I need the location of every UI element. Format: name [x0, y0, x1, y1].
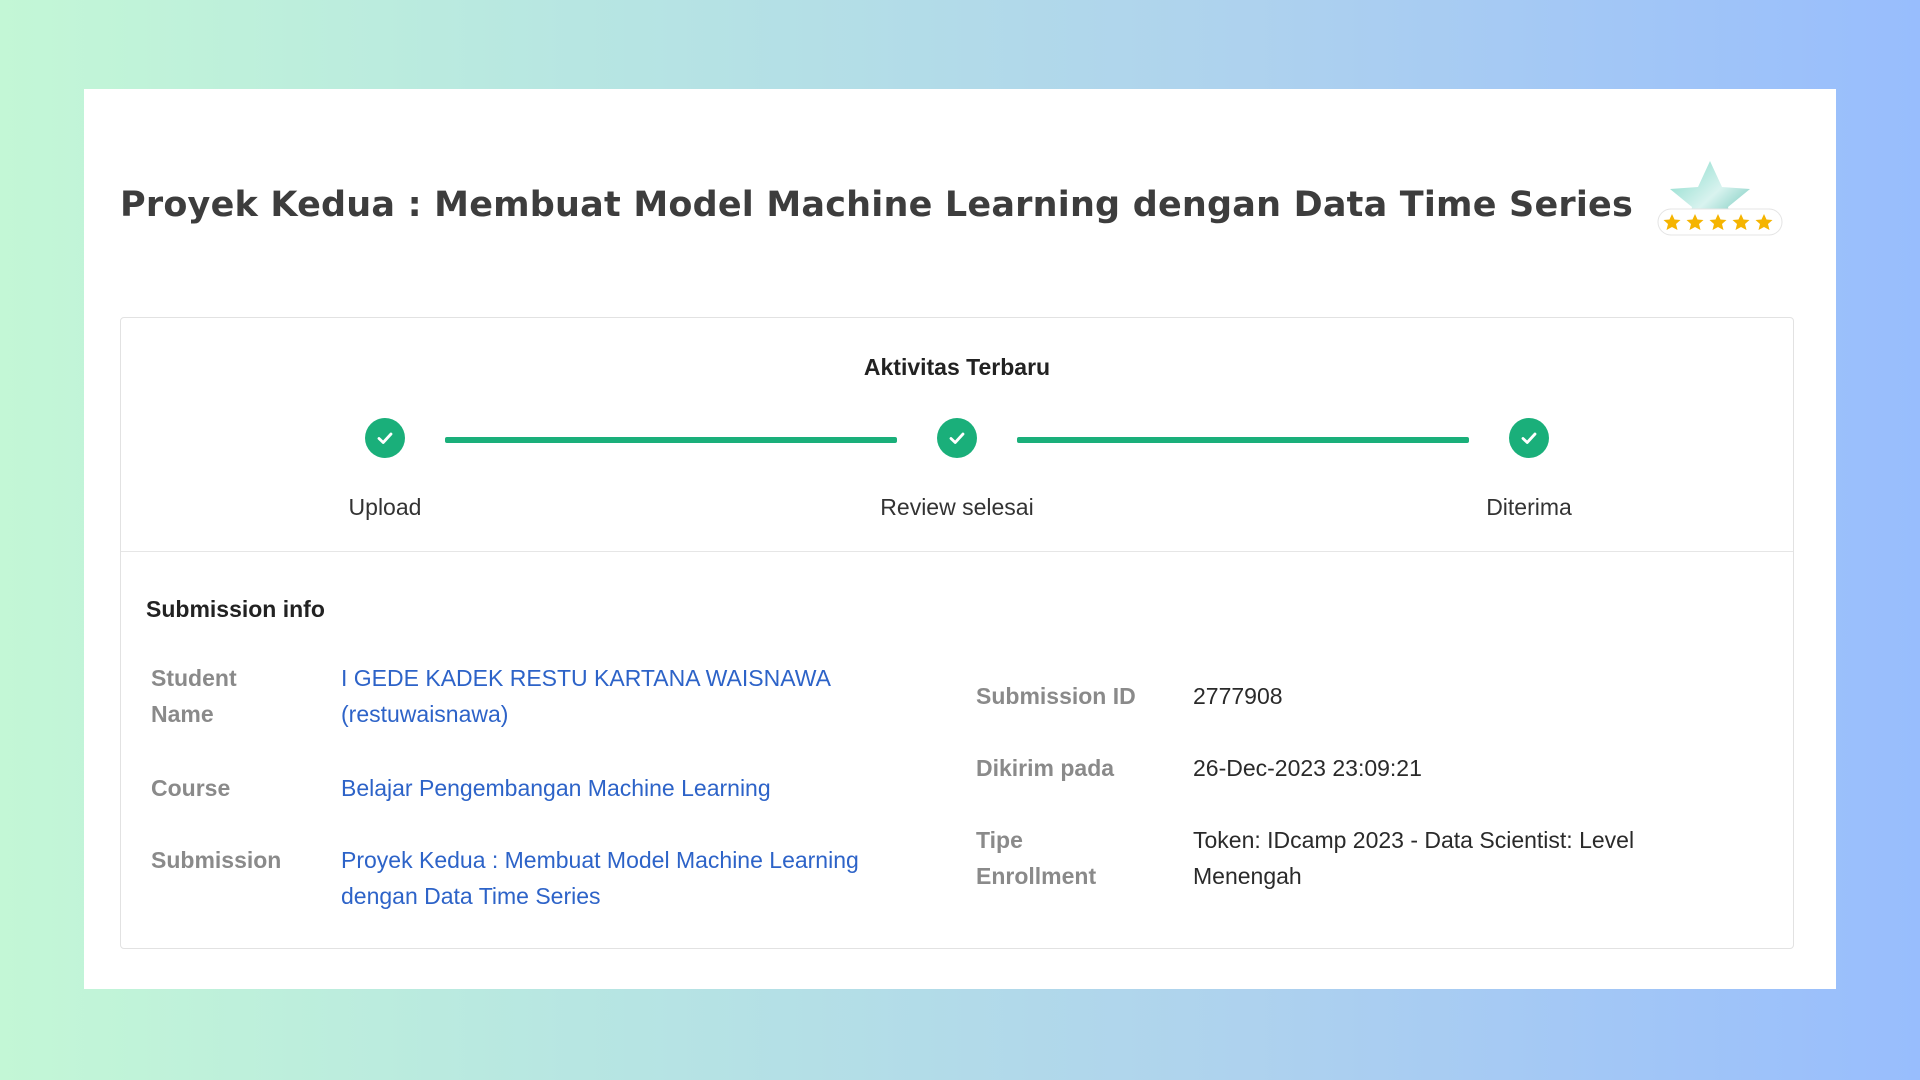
enrollment-type-label: Tipe Enrollment: [976, 827, 1097, 889]
submission-info-heading: Submission info: [146, 596, 325, 622]
sent-at-value: 26-Dec-2023 23:09:21: [1193, 755, 1422, 781]
star-rating-badge-icon: [1654, 159, 1784, 259]
activity-heading: Aktivitas Terbaru: [863, 354, 1051, 380]
enrollment-type-value: Token: IDcamp 2023 - Data Scientist: Lev…: [1193, 827, 1635, 889]
sent-at-label: Dikirim pada: [976, 755, 1115, 781]
student-name-link[interactable]: I GEDE KADEK RESTU KARTANA WAISNAWA (res…: [341, 660, 901, 732]
progress-connector-2: [1017, 437, 1469, 443]
step-upload-check-icon: [365, 418, 405, 458]
progress-connector-1: [445, 437, 897, 443]
step-review-check-icon: [937, 418, 977, 458]
submission-link[interactable]: Proyek Kedua : Membuat Model Machine Lea…: [341, 842, 921, 914]
activity-section: Aktivitas Terbaru Upload Review selesai …: [121, 318, 1793, 552]
page-title: Proyek Kedua : Membuat Model Machine Lea…: [120, 185, 1634, 225]
step-accepted-label: Diterima: [1486, 494, 1572, 520]
course-label: Course: [151, 775, 231, 801]
submission-id-label: Submission ID: [976, 683, 1136, 709]
step-upload-label: Upload: [348, 494, 422, 520]
step-accepted-check-icon: [1509, 418, 1549, 458]
submission-id-value: 2777908: [1193, 683, 1283, 709]
course-link[interactable]: Belajar Pengembangan Machine Learning: [341, 770, 901, 806]
step-review-label: Review selesai: [880, 494, 1034, 520]
submission-label: Submission: [151, 847, 282, 873]
student-name-label: Student Name: [151, 665, 237, 727]
submission-card: Proyek Kedua : Membuat Model Machine Lea…: [84, 89, 1836, 989]
submission-panel: Aktivitas Terbaru Upload Review selesai …: [120, 317, 1794, 949]
